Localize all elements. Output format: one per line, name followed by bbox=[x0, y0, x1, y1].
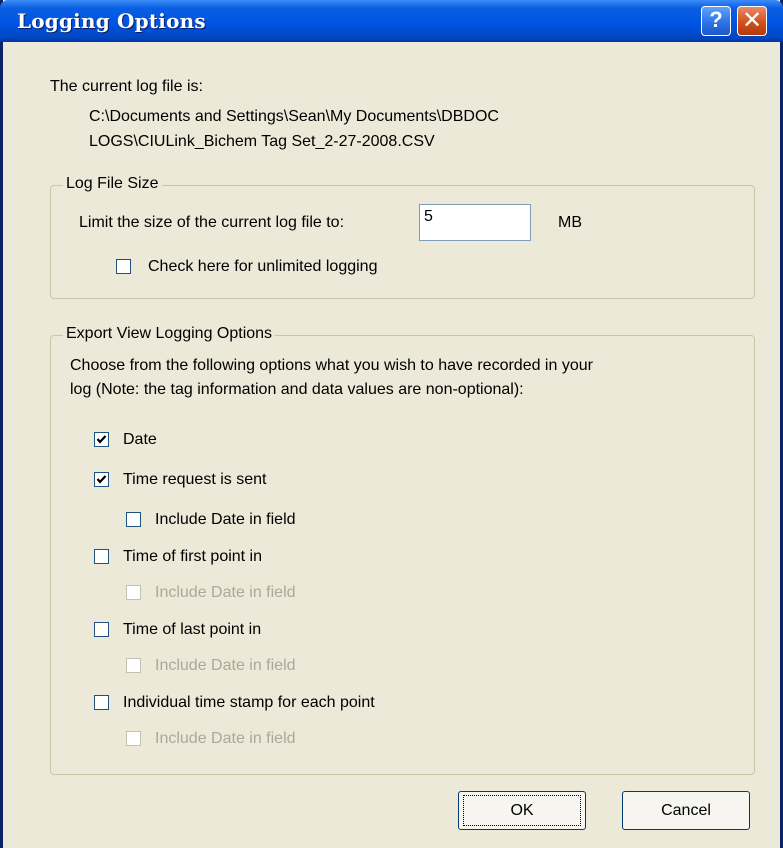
export-description-line1: Choose from the following options what y… bbox=[70, 357, 593, 374]
unlimited-logging-checkbox[interactable] bbox=[116, 259, 131, 274]
window-title: Logging Options bbox=[17, 9, 206, 33]
help-button[interactable]: ? bbox=[701, 6, 731, 36]
timestamp-include-date-label: Include Date in field bbox=[155, 730, 296, 747]
last-point-include-date-label: Include Date in field bbox=[155, 657, 296, 674]
request-include-date-checkbox[interactable] bbox=[126, 512, 141, 527]
last-point-include-date-checkbox bbox=[126, 658, 141, 673]
cancel-button-label: Cancel bbox=[661, 802, 711, 819]
first-point-include-date-checkbox bbox=[126, 585, 141, 600]
unlimited-logging-label: Check here for unlimited logging bbox=[148, 258, 378, 275]
limit-size-label: Limit the size of the current log file t… bbox=[79, 214, 345, 231]
timestamp-include-date-checkbox bbox=[126, 731, 141, 746]
time-last-point-checkbox[interactable] bbox=[94, 622, 109, 637]
focus-ring bbox=[463, 795, 581, 826]
individual-timestamp-checkbox[interactable] bbox=[94, 695, 109, 710]
log-file-size-group bbox=[50, 185, 755, 299]
export-view-legend: Export View Logging Options bbox=[63, 325, 276, 343]
log-file-size-legend: Log File Size bbox=[63, 175, 162, 193]
log-size-limit-input[interactable]: 5 bbox=[419, 204, 531, 241]
request-include-date-label: Include Date in field bbox=[155, 511, 296, 528]
size-unit-label: MB bbox=[558, 214, 582, 231]
logging-options-dialog: Logging Options ? ✕ The current log file… bbox=[0, 0, 783, 848]
current-log-label: The current log file is: bbox=[50, 78, 203, 95]
title-bar[interactable]: Logging Options ? ✕ bbox=[0, 0, 783, 42]
ok-button[interactable]: OK bbox=[458, 791, 586, 830]
time-last-point-label: Time of last point in bbox=[123, 621, 262, 638]
time-first-point-label: Time of first point in bbox=[123, 548, 263, 565]
checkmark-icon bbox=[96, 475, 107, 484]
date-checkbox[interactable] bbox=[94, 432, 109, 447]
first-point-include-date-label: Include Date in field bbox=[155, 584, 296, 601]
checkmark-icon bbox=[96, 435, 107, 444]
time-request-sent-label: Time request is sent bbox=[123, 471, 267, 488]
export-description-line2: log (Note: the tag information and data … bbox=[70, 381, 524, 398]
cancel-button[interactable]: Cancel bbox=[622, 791, 750, 830]
current-log-path-line2: LOGS\CIULink_Bichem Tag Set_2-27-2008.CS… bbox=[89, 133, 435, 150]
current-log-path-line1: C:\Documents and Settings\Sean\My Docume… bbox=[89, 108, 499, 125]
date-label: Date bbox=[123, 431, 157, 448]
individual-timestamp-label: Individual time stamp for each point bbox=[123, 694, 375, 711]
help-icon: ? bbox=[709, 7, 723, 32]
time-request-sent-checkbox[interactable] bbox=[94, 472, 109, 487]
time-first-point-checkbox[interactable] bbox=[94, 549, 109, 564]
close-icon: ✕ bbox=[741, 6, 763, 34]
close-button[interactable]: ✕ bbox=[737, 6, 767, 36]
